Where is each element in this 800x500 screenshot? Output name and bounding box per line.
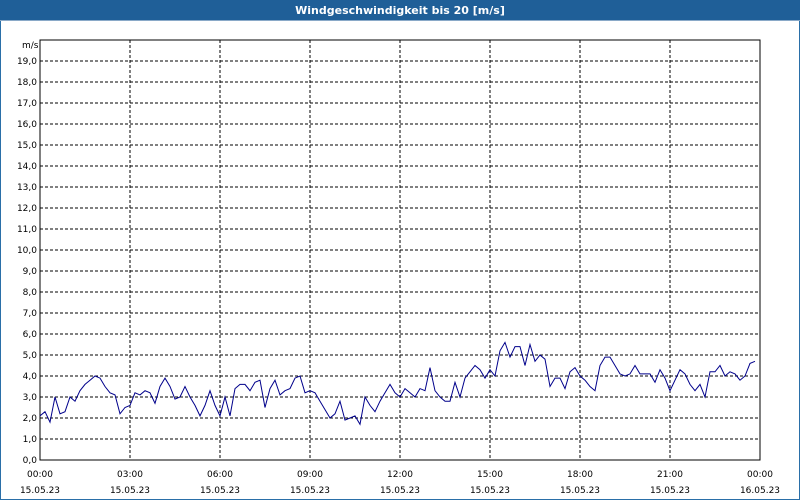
- y-tick-label: 7,0: [23, 309, 38, 319]
- x-tick-date-label: 15.05.23: [380, 486, 420, 496]
- x-tick-time-label: 00:00: [747, 470, 773, 480]
- x-tick-date-label: 15.05.23: [20, 486, 60, 496]
- wind-speed-chart: 0,0 1,0 2,0 3,0 4,0 5,0 6,0 7,0 8,0 9,0 10,0 11,0 12…: [17, 39, 780, 496]
- y-axis-ticks: 0,0 1,0 2,0 3,0 4,0 5,0 6,0 7,0 8,0 9,0 10,0 11,0 12…: [17, 57, 37, 466]
- x-tick-time-label: 03:00: [117, 470, 143, 480]
- x-tick-time-label: 06:00: [207, 470, 233, 480]
- y-tick-label: 6,0: [23, 330, 38, 340]
- x-tick-time-label: 15:00: [477, 470, 503, 480]
- y-tick-label: 9,0: [23, 267, 38, 277]
- x-tick-time-label: 12:00: [387, 470, 413, 480]
- y-tick-label: 11,0: [17, 225, 37, 235]
- y-tick-label: 16,0: [17, 120, 37, 130]
- x-tick-time-label: 09:00: [297, 470, 323, 480]
- y-tick-label: 0,0: [23, 456, 38, 466]
- x-tick-date-label: 15.05.23: [470, 486, 510, 496]
- y-tick-label: 15,0: [17, 141, 37, 151]
- y-tick-label: 17,0: [17, 99, 37, 109]
- y-tick-label: 4,0: [23, 372, 38, 382]
- y-tick-label: 13,0: [17, 183, 37, 193]
- y-tick-label: 8,0: [23, 288, 38, 298]
- y-tick-label: 12,0: [17, 204, 37, 214]
- x-tick-date-label: 15.05.23: [650, 486, 690, 496]
- x-tick-date-label: 15.05.23: [110, 486, 150, 496]
- y-tick-label: 14,0: [17, 162, 37, 172]
- y-tick-label: 18,0: [17, 78, 37, 88]
- y-tick-label: 5,0: [23, 351, 38, 361]
- y-tick-label: 19,0: [17, 57, 37, 67]
- y-tick-label: 3,0: [23, 393, 38, 403]
- y-tick-label: 1,0: [23, 435, 38, 445]
- x-tick-date-label: 15.05.23: [200, 486, 240, 496]
- x-tick-date-label: 15.05.23: [560, 486, 600, 496]
- x-tick-time-label: 21:00: [657, 470, 683, 480]
- y-tick-label: 2,0: [23, 414, 38, 424]
- x-tick-time-label: 00:00: [27, 470, 53, 480]
- x-tick-date-label: 15.05.23: [290, 486, 330, 496]
- x-axis-ticks: 00:00 15.05.23 03:00 15.05.23 06:00 15.05.23 0…: [20, 470, 780, 496]
- y-axis-unit: m/s: [22, 41, 39, 51]
- x-tick-time-label: 18:00: [567, 470, 593, 480]
- y-tick-label: 10,0: [17, 246, 37, 256]
- x-tick-date-label: 16.05.23: [740, 486, 780, 496]
